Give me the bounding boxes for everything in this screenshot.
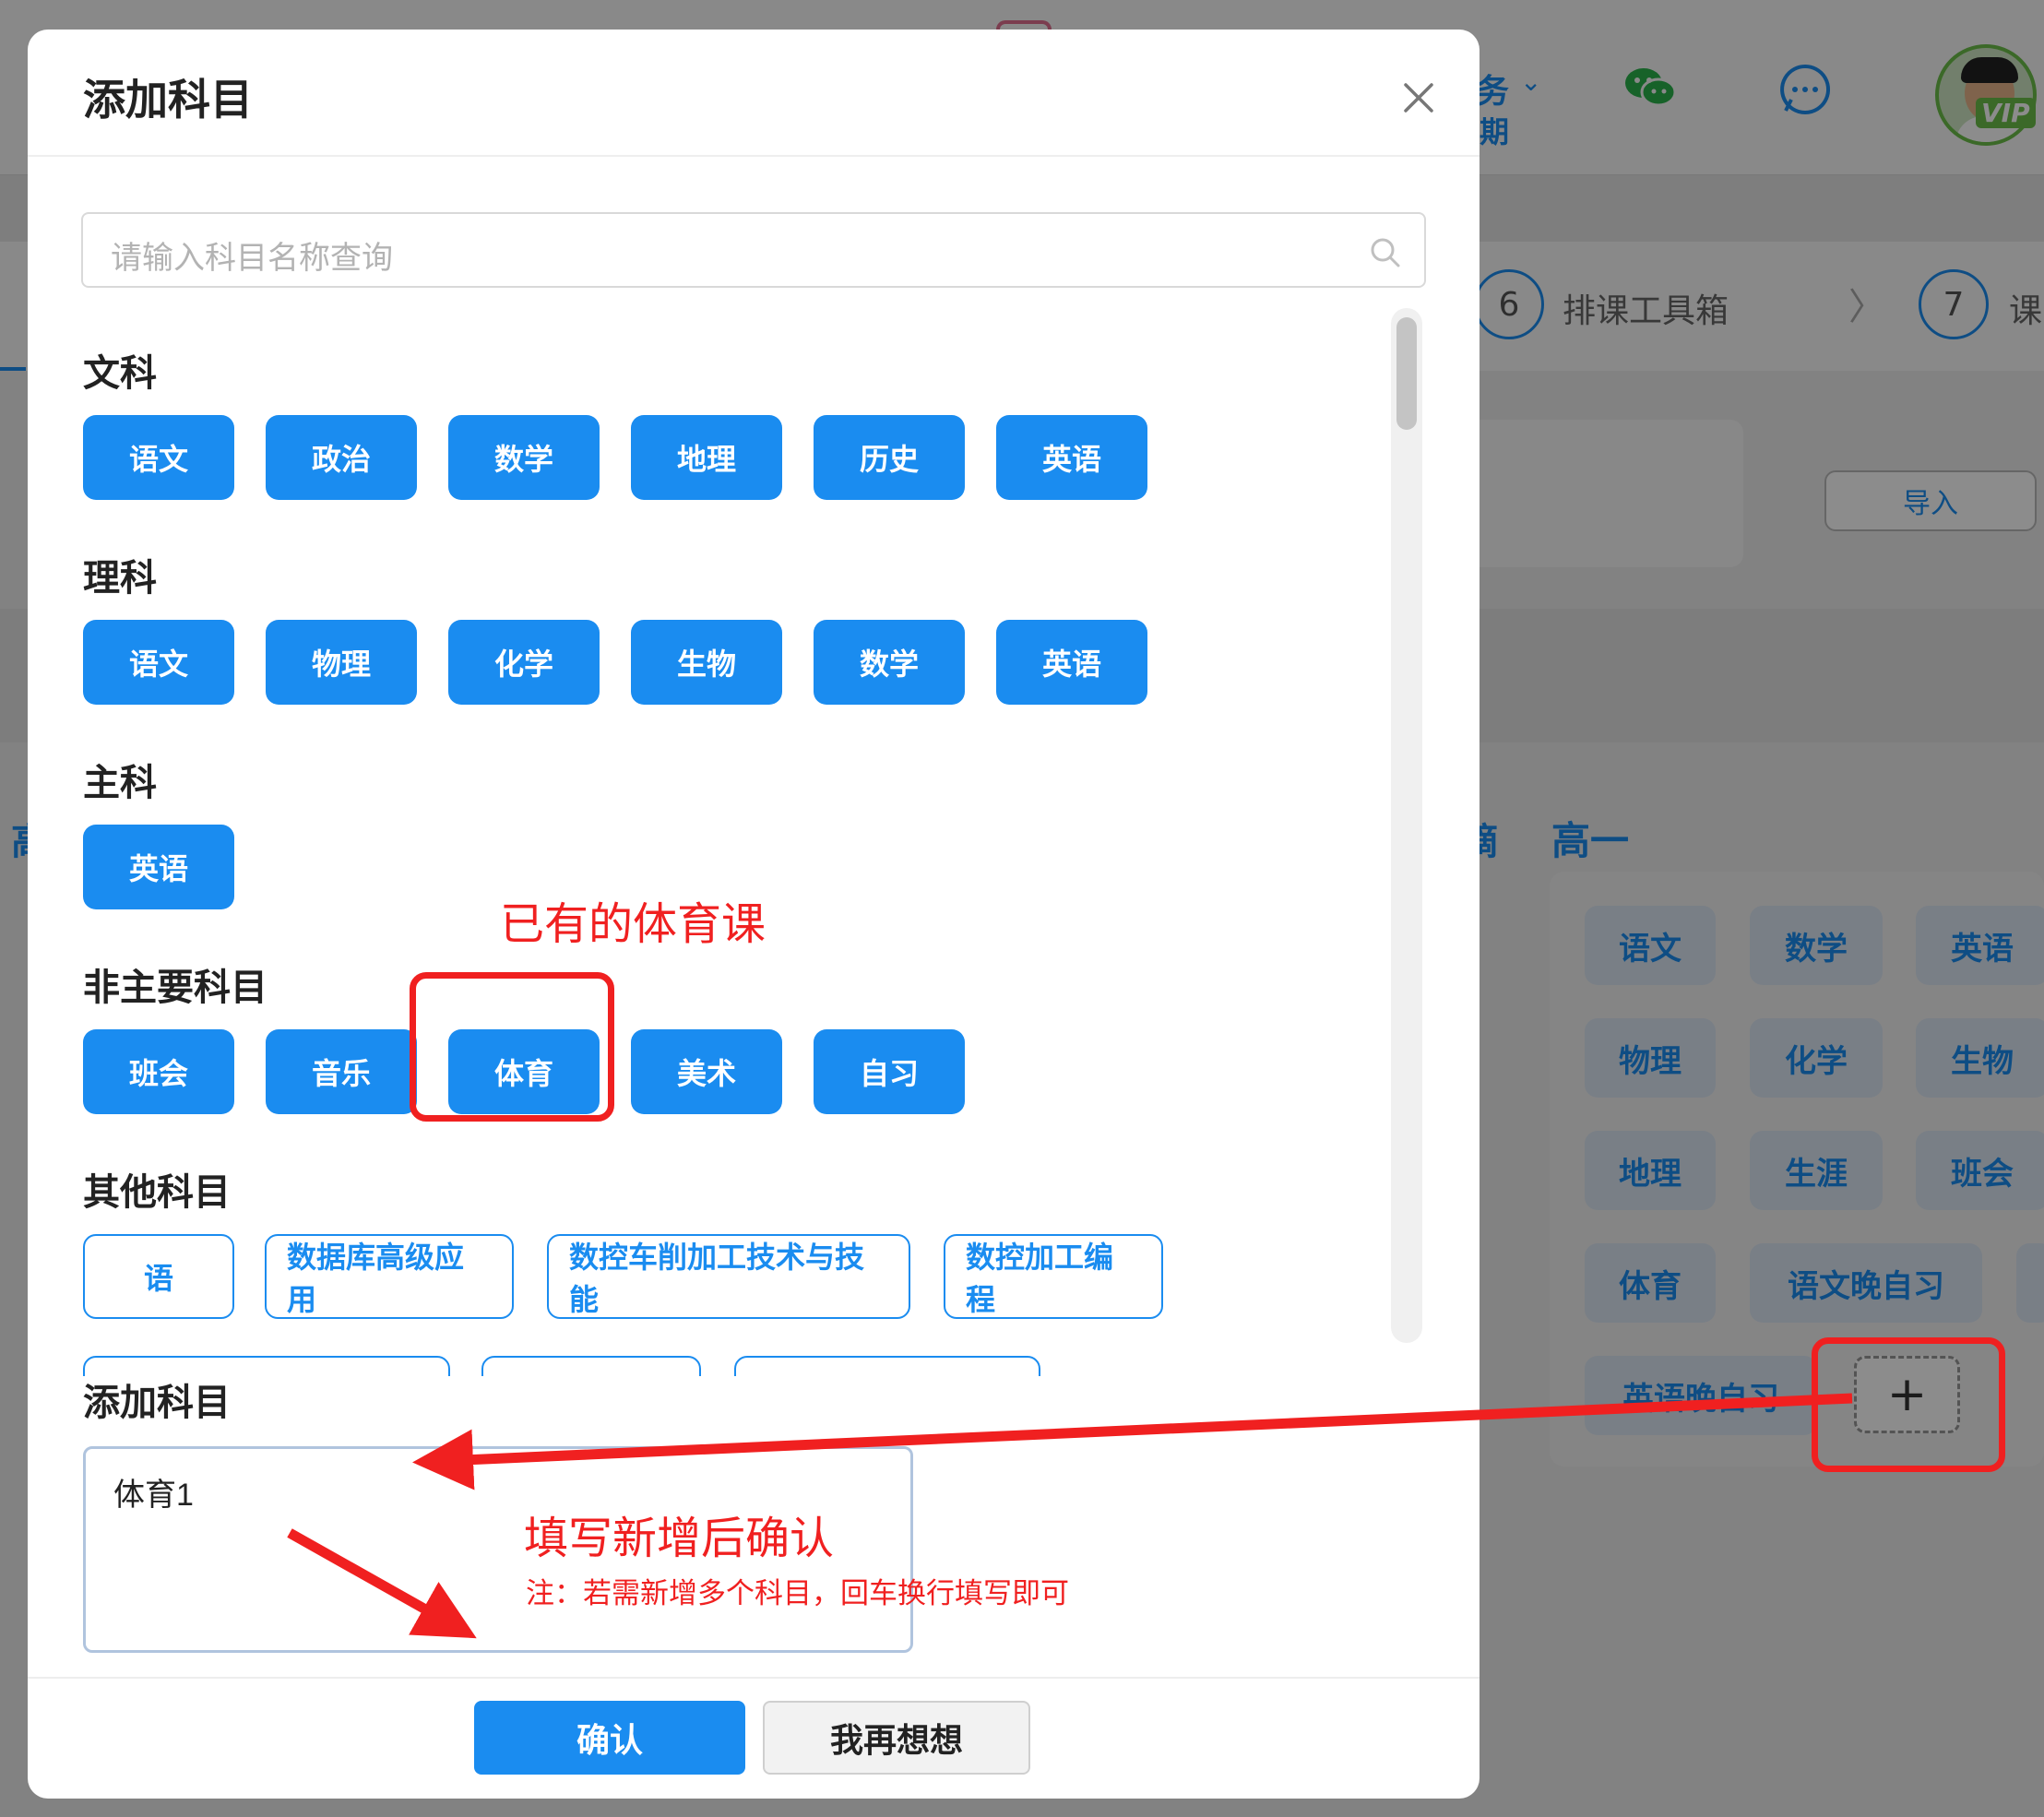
arrow-to-textarea — [412, 1393, 1853, 1490]
annotation-arrows — [287, 1393, 1853, 1639]
arrow-to-confirm — [287, 1528, 477, 1639]
